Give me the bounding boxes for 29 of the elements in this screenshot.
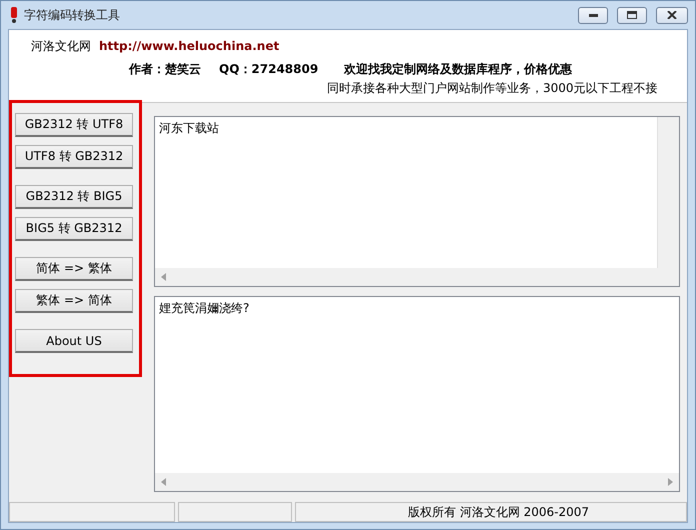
copyright-text: 版权所有 河洛文化网 2006-2007: [408, 504, 590, 520]
slogan-text: 欢迎找我定制网络及数据库程序，价格优惠: [344, 61, 572, 78]
convert-button[interactable]: 繁体 => 简体: [15, 289, 133, 313]
scroll-left-icon[interactable]: [161, 478, 166, 486]
window-title: 字符编码转换工具: [24, 6, 121, 24]
vertical-scrollbar[interactable]: [657, 117, 679, 268]
input-field[interactable]: 河东下载站: [154, 116, 680, 287]
convert-button[interactable]: GB2312 转 UTF8: [15, 113, 133, 137]
convert-button[interactable]: About US: [15, 329, 133, 353]
minimize-icon: [588, 14, 598, 16]
convert-button[interactable]: 简体 => 繁体: [15, 257, 133, 281]
convert-button[interactable]: BIG5 转 GB2312: [15, 217, 133, 241]
maximize-button[interactable]: [617, 6, 647, 24]
qq-label: QQ：27248809: [219, 61, 320, 78]
horizontal-scrollbar[interactable]: [155, 268, 679, 286]
minimize-button[interactable]: [578, 6, 608, 24]
scroll-left-icon[interactable]: [161, 273, 166, 281]
convert-button[interactable]: GB2312 转 BIG5: [15, 185, 133, 209]
close-button[interactable]: [656, 6, 688, 24]
note-text: 同时承接各种大型门户网站制作等业务，3000元以下工程不接: [327, 80, 658, 97]
horizontal-scrollbar[interactable]: [155, 473, 679, 491]
convert-button[interactable]: UTF8 转 GB2312: [15, 145, 133, 169]
author-label: 作者：楚笑云: [129, 61, 202, 78]
maximize-icon: [627, 11, 637, 19]
site-url[interactable]: http://www.heluochina.net: [99, 39, 280, 53]
scroll-right-icon[interactable]: [668, 478, 673, 486]
close-icon: [667, 11, 677, 19]
app-icon: [10, 7, 18, 23]
site-name: 河洛文化网: [31, 38, 91, 55]
